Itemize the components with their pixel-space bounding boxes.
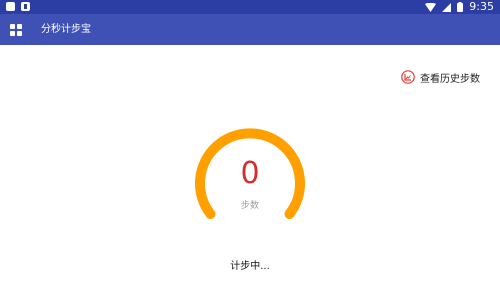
status-bar: 9:35 xyxy=(0,0,500,14)
step-count-unit: 步数 xyxy=(240,201,259,211)
wifi-icon xyxy=(425,2,437,12)
notification-square-icon xyxy=(6,2,15,11)
sim-card-icon xyxy=(21,2,30,11)
counting-status: 计步中... xyxy=(230,261,270,272)
app-bar: 分秒计步宝 xyxy=(0,14,500,45)
status-bar-notifications xyxy=(6,2,30,11)
status-bar-system: 9:35 xyxy=(425,0,494,14)
view-history-button[interactable]: 查看历史步数 xyxy=(401,68,480,86)
app-title: 分秒计步宝 xyxy=(41,24,91,35)
step-count-value: 0 xyxy=(240,156,260,191)
battery-icon xyxy=(457,2,464,12)
grid-apps-icon[interactable] xyxy=(10,24,22,36)
view-history-label: 查看历史步数 xyxy=(420,73,480,85)
status-time: 9:35 xyxy=(469,0,494,13)
signal-icon xyxy=(442,2,452,12)
chart-history-icon xyxy=(401,70,415,84)
